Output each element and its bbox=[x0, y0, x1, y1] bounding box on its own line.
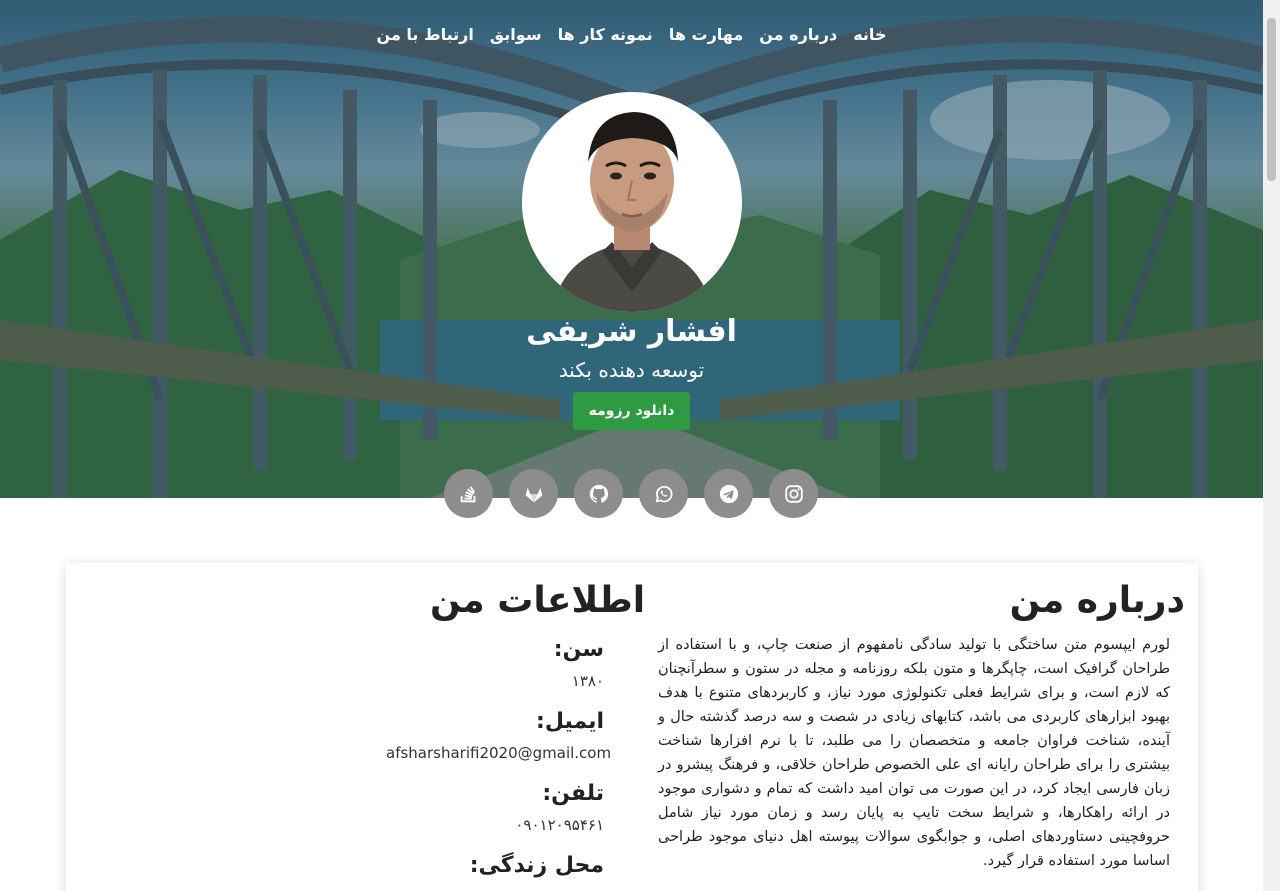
github-icon bbox=[589, 484, 608, 503]
about-text: لورم ایپسوم متن ساختگی با تولید سادگی نا… bbox=[658, 637, 1170, 869]
page-scrollbar[interactable] bbox=[1263, 0, 1280, 891]
nav-item-about[interactable]: درباره من bbox=[759, 22, 837, 48]
instagram-button[interactable] bbox=[769, 469, 818, 518]
hero-section: خانه درباره من مهارت ها نمونه کار ها سوا… bbox=[0, 0, 1263, 498]
profile-photo bbox=[552, 112, 712, 312]
gitlab-icon bbox=[525, 487, 542, 502]
location-label: محل زندگی: bbox=[469, 853, 604, 878]
age-label: سن: bbox=[553, 637, 604, 662]
info-title: اطلاعات من bbox=[430, 580, 646, 621]
main-nav: خانه درباره من مهارت ها نمونه کار ها سوا… bbox=[0, 22, 1263, 48]
instagram-icon bbox=[784, 484, 803, 503]
phone-label: تلفن: bbox=[542, 781, 604, 806]
nav-item-contact[interactable]: ارتباط با من bbox=[377, 22, 474, 48]
scrollbar-thumb[interactable] bbox=[1267, 18, 1276, 181]
social-links bbox=[444, 469, 819, 518]
info-list: سن: ۱۳۸۰ ایمیل: afsharsharifi2020@gmail.… bbox=[386, 633, 612, 883]
age-value: ۱۳۸۰ bbox=[571, 672, 604, 690]
whatsapp-icon bbox=[655, 485, 673, 502]
telegram-button[interactable] bbox=[704, 469, 753, 518]
whatsapp-button[interactable] bbox=[639, 469, 688, 518]
email-value: afsharsharifi2020@gmail.com bbox=[386, 744, 612, 762]
about-card: درباره من لورم ایپسوم متن ساختگی با تولی… bbox=[66, 563, 1198, 891]
download-cv-button[interactable]: دانلود رزومه bbox=[573, 392, 690, 430]
nav-item-skills[interactable]: مهارت ها bbox=[669, 22, 743, 48]
phone-value: ۰۹۰۱۲۰۹۵۴۶۱ bbox=[515, 816, 604, 834]
telegram-icon bbox=[719, 484, 738, 503]
profile-name: افشار شریفی bbox=[526, 314, 737, 349]
gitlab-button[interactable] bbox=[509, 469, 558, 518]
profile-role: توسعه دهنده بکند bbox=[558, 358, 705, 382]
nav-item-home[interactable]: خانه bbox=[853, 22, 886, 48]
email-label: ایمیل: bbox=[536, 709, 604, 734]
stackoverflow-button[interactable] bbox=[444, 469, 493, 518]
about-title: درباره من bbox=[1009, 580, 1185, 621]
nav-item-experience[interactable]: سوابق bbox=[490, 22, 542, 48]
github-button[interactable] bbox=[574, 469, 623, 518]
stackoverflow-icon bbox=[460, 485, 475, 502]
avatar bbox=[522, 92, 742, 312]
nav-item-portfolio[interactable]: نمونه کار ها bbox=[558, 22, 653, 48]
